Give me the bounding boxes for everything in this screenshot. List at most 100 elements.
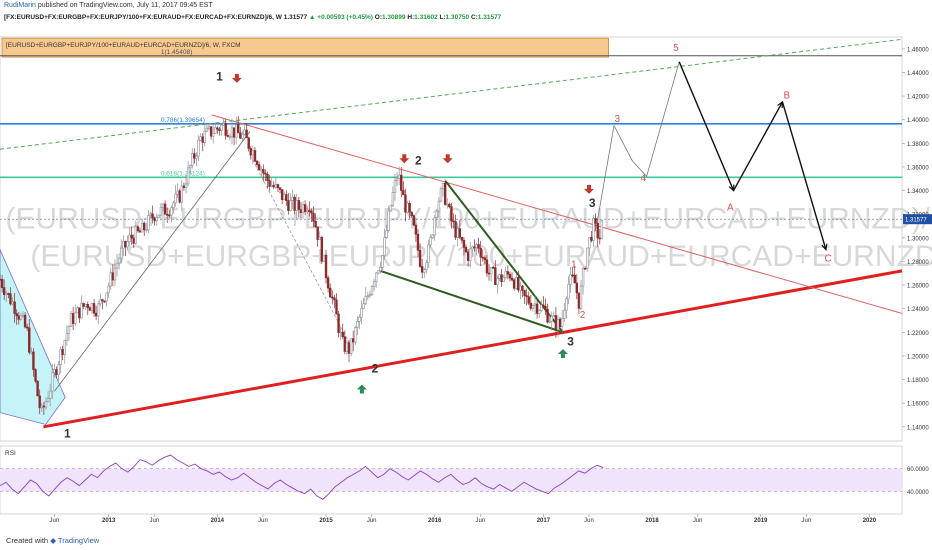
candle-body [594, 218, 597, 224]
candle-body [391, 192, 395, 206]
candle-body [15, 313, 18, 317]
wave-label: A [727, 203, 734, 214]
candle-body [366, 295, 370, 298]
candle-body [527, 296, 530, 304]
candle-body [563, 309, 566, 319]
price-chart[interactable]: (EURUSD+EURGBP+EURJPY/100+EURAUD+EURCAD+… [0, 27, 932, 532]
candle-body [260, 168, 263, 171]
candle-body [105, 292, 108, 302]
candle-body [360, 308, 363, 318]
candle-body [581, 267, 585, 287]
candle-body [280, 189, 284, 200]
candle-body [57, 364, 60, 376]
candle-body [262, 168, 265, 174]
wave-label: 2 [372, 361, 379, 375]
candle-body [387, 210, 390, 231]
candle-body [515, 277, 518, 289]
candle-body [295, 200, 298, 211]
candle-body [218, 128, 221, 131]
wave-label: C [824, 253, 831, 264]
candle-body [247, 137, 250, 149]
candle-body [276, 184, 280, 189]
x-tick-label: 2018 [645, 518, 659, 524]
y-tick-label: 1.14000 [907, 425, 929, 431]
x-tick-label: 2016 [428, 518, 442, 524]
candle-body [500, 274, 503, 283]
rsi-band [0, 468, 902, 492]
candle-body [220, 124, 223, 131]
candle-body [13, 301, 16, 314]
candle-body [523, 290, 526, 296]
y-tick-label: 1.22000 [907, 331, 929, 337]
candle-body [21, 314, 25, 317]
candle-body [115, 262, 119, 269]
candle-body [63, 340, 66, 355]
candle-body [402, 190, 405, 196]
candle-body [101, 299, 104, 302]
candle-body [381, 255, 384, 268]
candle-body [600, 220, 604, 240]
close-value: 1.31577 [477, 14, 502, 21]
symbol-bar: [FX:EURUSD+FX:EURGBP+FX:EURJPY/100+FX:EU… [4, 14, 501, 21]
candle-body [552, 315, 556, 317]
candle-body [0, 278, 2, 281]
x-tick-label: Jun [149, 518, 159, 524]
candle-body [174, 193, 177, 204]
fib-0.786-label: 0.786(1.39654) [161, 117, 205, 124]
candle-body [199, 136, 202, 141]
candle-body [326, 277, 330, 289]
candle-body [211, 133, 215, 137]
candle-body [393, 180, 397, 193]
x-tick-label: 2013 [102, 518, 116, 524]
tradingview-brand: TradingView [57, 536, 100, 545]
candle-body [466, 251, 470, 261]
candle-body [191, 153, 194, 166]
author-link[interactable]: RudiMarin [4, 2, 36, 9]
candle-body [404, 194, 407, 213]
candle-body [165, 213, 169, 216]
candle-body [477, 244, 480, 249]
candle-body [558, 318, 562, 327]
candle-body [237, 124, 240, 134]
candle-body [537, 310, 541, 314]
candle-body [180, 185, 184, 203]
candle-body [496, 277, 499, 285]
candle-body [94, 312, 98, 317]
candle-body [19, 315, 23, 320]
candle-body [289, 200, 292, 211]
wave-label: 1 [64, 426, 71, 440]
candle-body [274, 184, 278, 188]
candle-body [540, 304, 543, 311]
symbol-name: [FX:EURUSD+FX:EURGBP+FX:EURJPY/100+FX:EU… [4, 14, 282, 21]
candle-body [216, 127, 219, 130]
candle-body [151, 213, 154, 219]
candle-body [88, 307, 92, 311]
candle-body [389, 204, 393, 212]
x-tick-label: Jun [475, 518, 485, 524]
candle-body [136, 226, 140, 232]
candle-body [283, 194, 286, 200]
candle-body [450, 206, 453, 222]
candle-body [341, 331, 344, 338]
candle-body [414, 224, 418, 235]
candle-body [65, 333, 69, 341]
tradingview-logo[interactable]: ◆ TradingView [50, 536, 99, 545]
candle-body [32, 351, 35, 370]
fib-1-label: 1(1.45408) [161, 49, 192, 56]
candle-body [186, 167, 190, 185]
chart-title: [EURUSD+EURGBP+EURJPY/100+EURAUD+EURCAD+… [6, 42, 241, 49]
candle-body [481, 256, 484, 259]
wave-label: 3 [567, 334, 574, 348]
candle-body [197, 139, 200, 157]
created-with-text: Created with [6, 536, 49, 545]
candle-body [48, 390, 52, 399]
candle-body [61, 348, 64, 355]
candle-body [569, 274, 572, 285]
close-label: C: [470, 14, 478, 21]
candle-body [510, 277, 514, 281]
candle-body [598, 237, 602, 240]
candle-body [374, 272, 378, 282]
candle-body [78, 307, 81, 319]
candle-body [377, 270, 380, 274]
candle-body [42, 405, 46, 408]
